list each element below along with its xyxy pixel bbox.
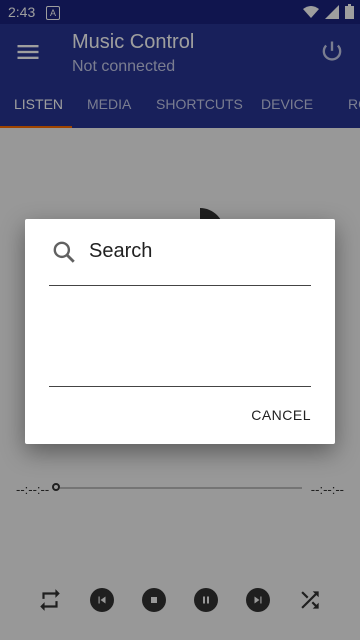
search-dialog: Search CANCEL bbox=[25, 219, 335, 444]
cancel-button[interactable]: CANCEL bbox=[251, 407, 311, 423]
results-divider bbox=[49, 386, 311, 387]
dialog-title: Search bbox=[89, 240, 153, 262]
search-icon bbox=[53, 241, 75, 263]
search-input[interactable] bbox=[49, 285, 311, 286]
